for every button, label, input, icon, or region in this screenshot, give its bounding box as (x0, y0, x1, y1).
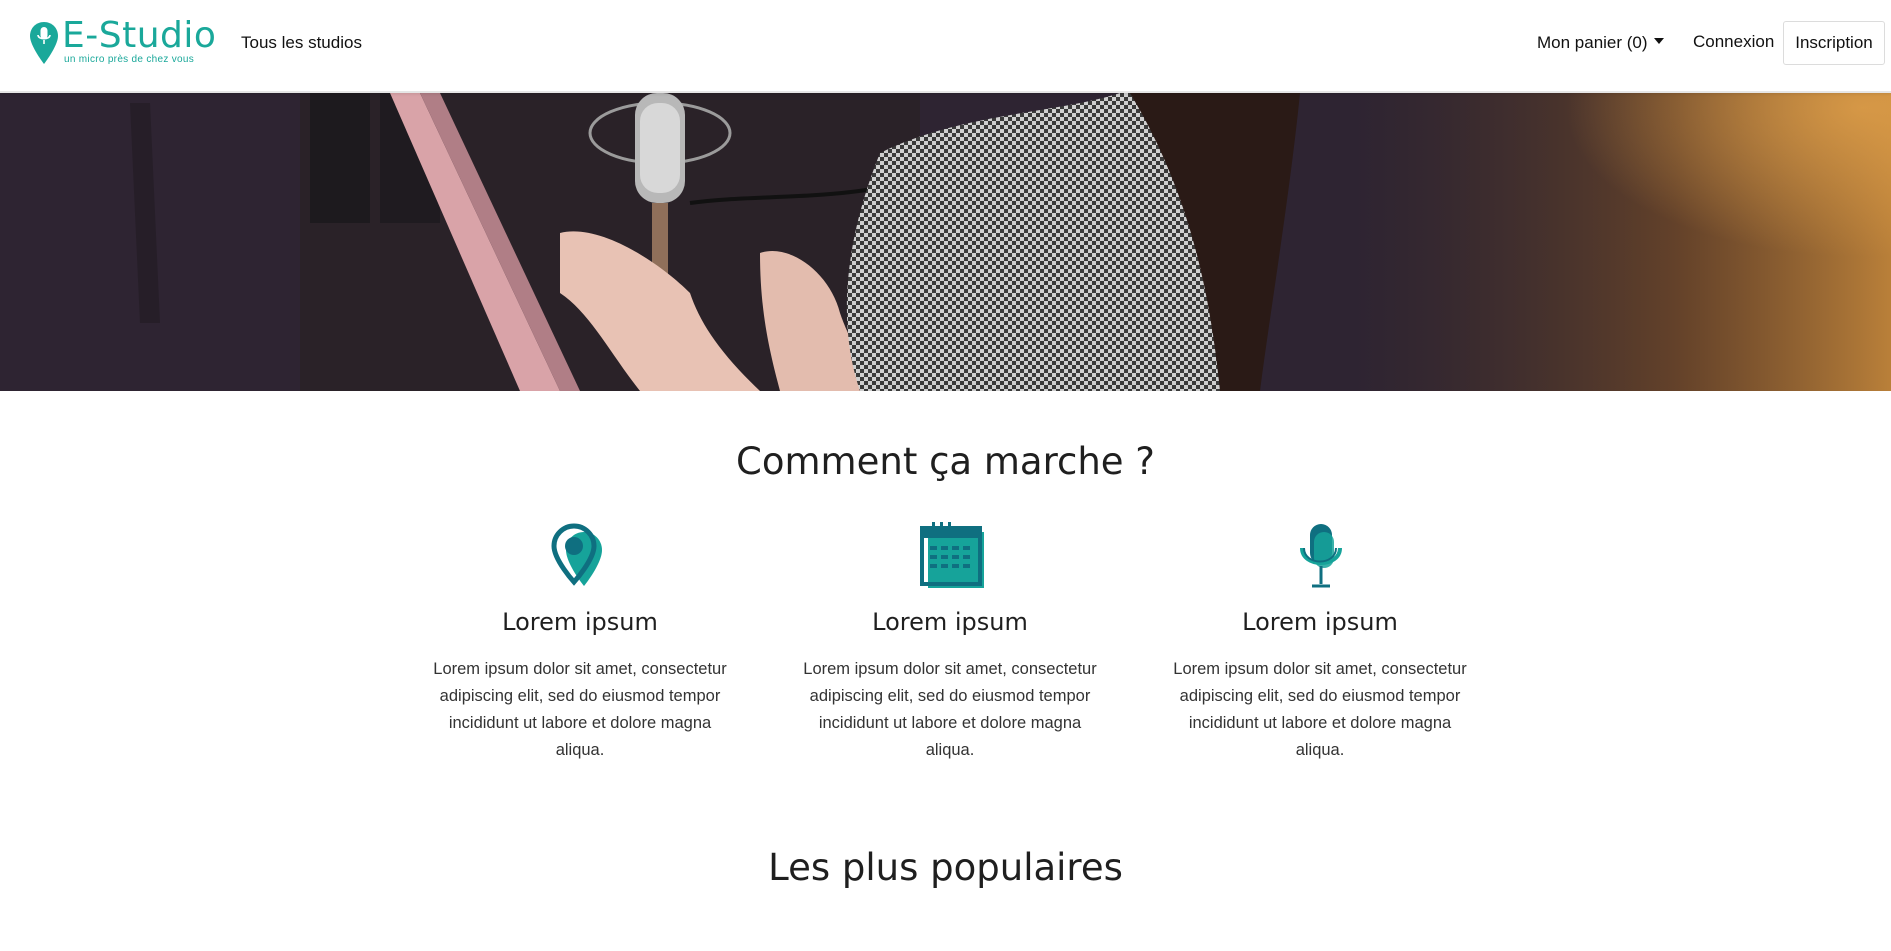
microphone-icon (1300, 524, 1342, 588)
feature-description: Lorem ipsum dolor sit amet, consectetur … (1173, 660, 1467, 759)
map-pin-microphone-icon (30, 22, 58, 64)
feature-title: Lorem ipsum (502, 608, 658, 636)
section-title-how-it-works: Comment ça marche ? (736, 440, 1155, 483)
feature-title: Lorem ipsum (872, 608, 1028, 636)
cart-dropdown-toggle[interactable]: Mon panier (0) (1537, 31, 1664, 55)
signup-button[interactable]: Inscription (1783, 21, 1885, 65)
feature-card: Lorem ipsum Lorem ipsum dolor sit amet, … (430, 522, 730, 764)
location-pin-icon (551, 523, 602, 586)
login-link[interactable]: Connexion (1693, 30, 1774, 54)
nav-link-all-studios[interactable]: Tous les studios (241, 31, 362, 55)
top-navbar: E-Studio un micro près de chez vous Tous… (0, 0, 1891, 93)
cart-label: Mon panier (0) (1537, 33, 1648, 52)
section-title-most-popular: Les plus populaires (768, 846, 1123, 889)
brand-name: E-Studio (62, 15, 217, 56)
feature-description: Lorem ipsum dolor sit amet, consectetur … (803, 660, 1097, 759)
studio-singer-microphone-photo (0, 93, 1891, 391)
feature-description: Lorem ipsum dolor sit amet, consectetur … (433, 660, 727, 759)
caret-down-icon (1653, 38, 1664, 44)
brand-tagline: un micro près de chez vous (64, 54, 195, 65)
brand-logo-link[interactable]: E-Studio un micro près de chez vous (28, 15, 217, 65)
feature-card: Lorem ipsum Lorem ipsum dolor sit amet, … (1170, 522, 1470, 764)
feature-card: Lorem ipsum Lorem ipsum dolor sit amet, … (800, 522, 1100, 764)
feature-title: Lorem ipsum (1242, 608, 1398, 636)
hero-banner-image (0, 93, 1891, 391)
calendar-icon (920, 522, 984, 588)
